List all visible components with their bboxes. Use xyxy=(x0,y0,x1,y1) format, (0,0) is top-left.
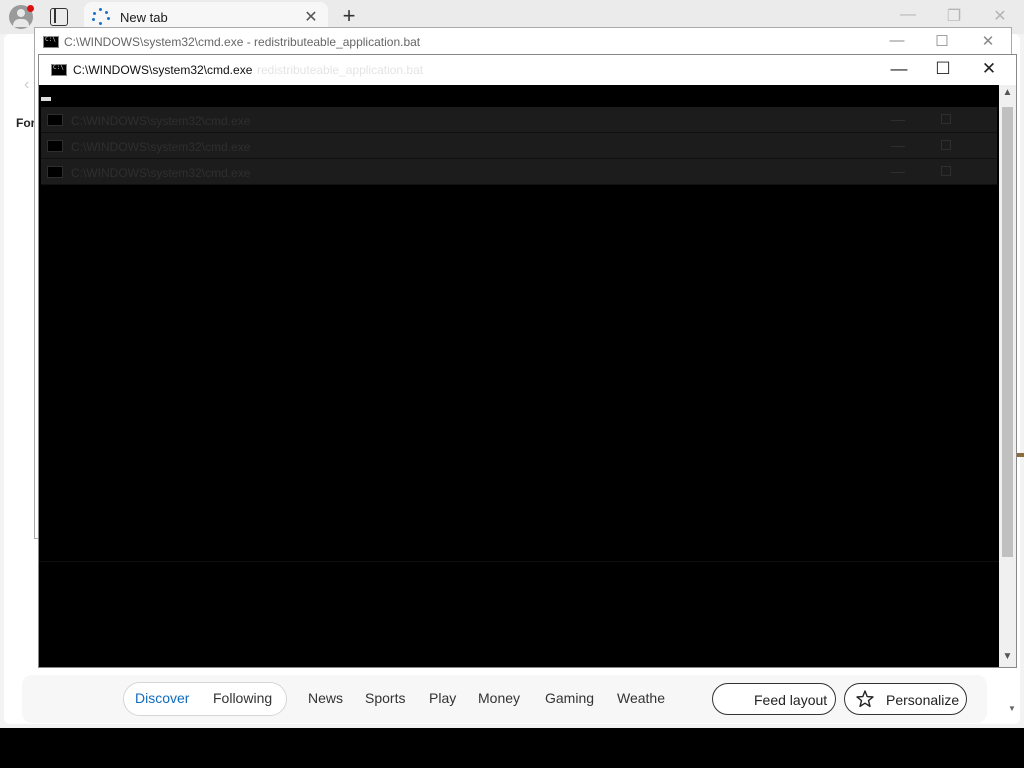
new-tab-favicon-icon xyxy=(92,8,110,26)
partial-greeting-text: For xyxy=(16,116,36,130)
feed-navigation-bar: Discover Following News Sports Play Mone… xyxy=(22,675,987,723)
category-play[interactable]: Play xyxy=(429,690,456,706)
ghost-maximize-icon xyxy=(941,166,951,176)
profile-notification-badge xyxy=(27,5,34,12)
ghost-window-title: C:\WINDOWS\system32\cmd.exe xyxy=(71,114,251,128)
personalize-button[interactable]: Personalize xyxy=(844,683,967,715)
cmd-back-title: C:\WINDOWS\system32\cmd.exe - redistribu… xyxy=(64,35,421,49)
browser-minimize-button[interactable]: — xyxy=(898,6,918,24)
console-cursor xyxy=(41,97,51,101)
tab-close-icon[interactable]: ✕ xyxy=(302,7,320,27)
browser-restore-button[interactable]: ❐ xyxy=(944,6,964,26)
category-news[interactable]: News xyxy=(308,690,343,706)
ghost-minimize-icon: — xyxy=(891,111,905,127)
console-divider xyxy=(39,561,999,562)
feed-layout-label: Feed layout xyxy=(754,692,828,708)
cmd-back-maximize-button[interactable]: ☐ xyxy=(932,32,952,50)
ghost-minimize-icon: — xyxy=(891,163,905,179)
cmd-back-app-icon xyxy=(43,36,59,48)
cmd-front-title: C:\WINDOWS\system32\cmd.exe xyxy=(73,63,253,77)
new-tab-button[interactable]: + xyxy=(338,3,360,29)
ghost-window-row: C:\WINDOWS\system32\cmd.exe — xyxy=(41,159,997,185)
feed-layout-button[interactable]: Feed layout xyxy=(712,683,836,715)
cmd-window-front[interactable]: C:\WINDOWS\system32\cmd.exe redistribute… xyxy=(38,54,1017,668)
console-scrollbar[interactable]: ▲ ▼ xyxy=(999,85,1016,667)
cmd-front-close-button[interactable]: ✕ xyxy=(978,59,1000,79)
cmd-front-titlebar[interactable]: C:\WINDOWS\system32\cmd.exe redistribute… xyxy=(39,55,1016,85)
scroll-up-icon[interactable]: ▲ xyxy=(1001,87,1014,101)
personalize-label: Personalize xyxy=(886,692,960,708)
ghost-maximize-icon xyxy=(941,140,951,150)
ghost-window-row: C:\WINDOWS\system32\cmd.exe — xyxy=(41,107,997,133)
page-scroll-down-icon[interactable]: ▼ xyxy=(1006,704,1018,716)
tab-following[interactable]: Following xyxy=(213,690,272,706)
ghost-window-title: C:\WINDOWS\system32\cmd.exe xyxy=(71,140,251,154)
console-output[interactable]: C:\WINDOWS\system32\cmd.exe — C:\WINDOWS… xyxy=(39,85,999,667)
ghost-window-stack: C:\WINDOWS\system32\cmd.exe — C:\WINDOWS… xyxy=(41,107,997,185)
ghost-window-row: C:\WINDOWS\system32\cmd.exe — xyxy=(41,133,997,159)
tab-title: New tab xyxy=(120,10,168,25)
cmd-back-close-button[interactable]: ✕ xyxy=(978,32,998,50)
scroll-thumb[interactable] xyxy=(1002,107,1013,557)
category-gaming[interactable]: Gaming xyxy=(545,690,594,706)
category-weather[interactable]: Weathe xyxy=(617,690,665,706)
cmd-front-app-icon xyxy=(51,64,67,76)
screen: New tab ✕ + — ❐ ✕ ‹ For Discover Followi… xyxy=(0,0,1024,768)
browser-close-button[interactable]: ✕ xyxy=(990,6,1010,26)
ghost-window-title: C:\WINDOWS\system32\cmd.exe xyxy=(71,166,251,180)
category-money[interactable]: Money xyxy=(478,690,520,706)
ghost-minimize-icon: — xyxy=(891,137,905,153)
tab-discover[interactable]: Discover xyxy=(135,690,189,706)
tab-actions-menu-icon[interactable] xyxy=(50,8,68,26)
ghost-cmd-icon xyxy=(47,114,63,126)
ghost-maximize-icon xyxy=(941,114,951,124)
ghost-cmd-icon xyxy=(47,140,63,152)
cmd-front-maximize-button[interactable]: ☐ xyxy=(932,59,954,79)
ghost-cmd-icon xyxy=(47,166,63,178)
category-sports[interactable]: Sports xyxy=(365,690,405,706)
cmd-back-minimize-button[interactable]: — xyxy=(887,32,907,49)
personalize-sparkle-icon xyxy=(856,690,874,708)
scroll-down-icon[interactable]: ▼ xyxy=(1001,651,1014,665)
cmd-front-minimize-button[interactable]: — xyxy=(888,59,910,79)
back-arrow-icon[interactable]: ‹ xyxy=(24,76,29,94)
cmd-front-title-ghost: redistributeable_application.bat xyxy=(257,63,424,77)
